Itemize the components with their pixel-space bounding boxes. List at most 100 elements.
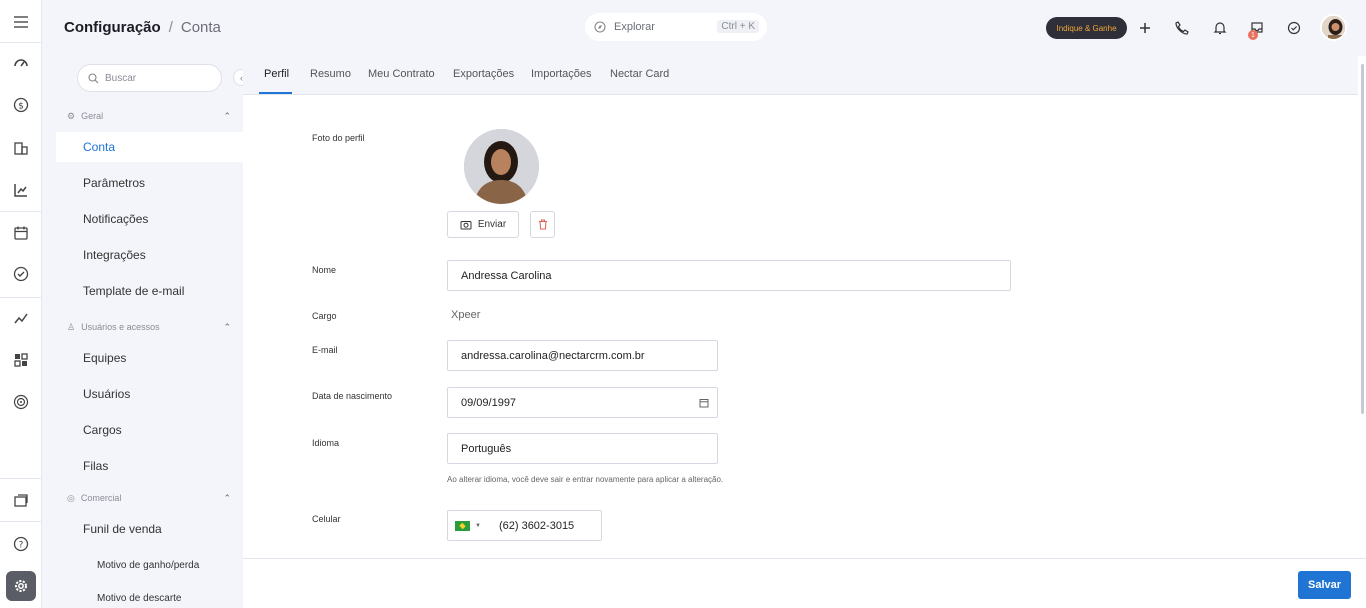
tab-meu-contrato[interactable]: Meu Contrato [368,68,435,80]
sidebar-item-equipes[interactable]: Equipes [56,343,243,373]
chevron-down-icon[interactable]: ▼ [475,523,481,529]
language-hint: Ao alterar idioma, você deve sair e entr… [447,475,724,484]
language-select[interactable]: Português [447,433,718,464]
notification-badge: 1 [1248,30,1258,40]
section-usuarios[interactable]: ♙ Usuários e acessos ⌃ [56,318,243,336]
email-label: E-mail [312,345,338,355]
indique-ganhe-button[interactable]: Indique & Ganhe [1046,17,1127,39]
upload-photo-button[interactable]: Enviar [447,211,519,238]
main-panel: Perfil Resumo Meu Contrato Exportações I… [243,56,1366,608]
svg-text:$: $ [18,102,24,112]
divider [0,211,42,212]
explore-placeholder: Explorar [614,21,655,33]
sidebar-item-notificacoes[interactable]: Notificações [56,204,243,234]
active-tab-indicator [259,92,292,94]
delete-photo-button[interactable] [530,211,555,238]
role-value: Xpeer [451,309,481,321]
scrollbar[interactable] [1361,64,1364,414]
sidebar-search[interactable]: Buscar [77,64,222,92]
user-icon: ♙ [67,321,76,332]
sidebar-item-filas[interactable]: Filas [56,451,243,481]
photo-label: Foto do perfil [312,133,365,143]
check-circle-icon[interactable] [11,264,31,284]
bell-icon[interactable] [1211,19,1229,37]
radar-icon[interactable] [11,392,31,412]
divider [0,297,42,298]
sidebar-item-motivo-descarte[interactable]: Motivo de descarte [56,583,243,608]
trash-icon [538,219,547,230]
explore-search[interactable]: Explorar Ctrl + K [585,13,767,41]
page-subtitle: Conta [180,19,221,36]
trend-icon[interactable] [11,308,31,328]
name-label: Nome [312,265,337,275]
phone-icon[interactable] [1173,19,1191,37]
chat-icon[interactable] [11,491,31,511]
birthdate-field[interactable]: 09/09/1997 [447,387,718,418]
search-placeholder: Buscar [105,72,137,84]
section-label: Geral [81,111,104,121]
section-comercial[interactable]: ◎ Comercial ⌃ [56,489,243,507]
chevron-up-icon: ⌃ [223,110,231,121]
sidebar-item-conta[interactable]: Conta [56,132,243,162]
divider [0,478,42,479]
footer-bar: Salvar [243,558,1366,608]
explore-shortcut: Ctrl + K [717,20,759,33]
settings-button[interactable] [6,571,36,601]
svg-text:?: ? [19,541,24,551]
breadcrumb-separator: / [168,19,173,36]
sidebar-item-integracoes[interactable]: Integrações [56,240,243,270]
settings-sidebar: Buscar ‹ ⚙ Geral ⌃ Conta Parâmetros Noti… [56,56,250,608]
divider [0,521,42,522]
sidebar-item-funil-venda[interactable]: Funil de venda [56,514,243,544]
chevron-up-icon: ⌃ [223,321,231,332]
section-geral[interactable]: ⚙ Geral ⌃ [56,107,243,125]
sidebar-item-template-email[interactable]: Template de e-mail [56,276,243,306]
calendar-icon[interactable] [11,223,31,243]
widgets-icon[interactable] [11,350,31,370]
chevron-up-icon: ⌃ [223,492,231,503]
compass-icon [594,21,606,33]
camera-icon [460,221,472,230]
phone-value: (62) 3602-3015 [498,519,575,532]
gear-icon: ⚙ [67,110,76,121]
role-label: Cargo [312,311,337,321]
email-field[interactable]: andressa.carolina@nectarcrm.com.br [447,340,718,371]
sidebar-item-cargos[interactable]: Cargos [56,415,243,445]
gear-icon [15,580,27,592]
tab-exportacoes[interactable]: Exportações [453,68,514,80]
birth-label: Data de nascimento [312,391,393,401]
tab-perfil[interactable]: Perfil [264,68,289,80]
upload-label: Enviar [477,219,507,230]
task-check-icon[interactable] [1285,19,1303,37]
top-header: Configuração / Conta Explorar Ctrl + K Ind… [42,0,1366,56]
sidebar-item-motivo-ganho-perda[interactable]: Motivo de ganho/perda [56,550,243,580]
help-icon[interactable]: ? [11,534,31,554]
user-avatar[interactable] [1320,14,1347,41]
profile-form: Foto do perfil Enviar Nome Andressa Caro… [259,96,1358,558]
icon-rail: $ ? [0,0,42,608]
name-field[interactable]: Andressa Carolina [447,260,1011,291]
tab-bar: Perfil Resumo Meu Contrato Exportações I… [243,56,1358,95]
tab-resumo[interactable]: Resumo [310,68,351,80]
language-label: Idioma [312,438,340,448]
calendar-icon[interactable] [699,398,709,408]
dollar-icon[interactable]: $ [11,95,31,115]
section-label: Usuários e acessos [81,322,160,332]
brazil-flag-icon[interactable] [455,520,470,531]
profile-photo [464,129,539,204]
sidebar-item-usuarios[interactable]: Usuários [56,379,243,409]
save-button[interactable]: Salvar [1298,571,1351,599]
phone-field[interactable]: ▼ (62) 3602-3015 [447,510,602,541]
birthdate-value: 09/09/1997 [461,396,517,409]
dashboard-icon[interactable] [11,53,31,73]
menu-icon[interactable] [11,12,31,32]
sidebar-item-parametros[interactable]: Parâmetros [56,168,243,198]
divider [0,42,42,43]
chart-icon[interactable] [11,180,31,200]
building-icon[interactable] [11,138,31,158]
add-icon[interactable] [1136,19,1154,37]
tab-importacoes[interactable]: Importações [531,68,592,80]
section-label: Comercial [80,493,122,503]
tab-nectar-card[interactable]: Nectar Card [610,68,669,80]
page-title: Configuração [64,19,161,36]
